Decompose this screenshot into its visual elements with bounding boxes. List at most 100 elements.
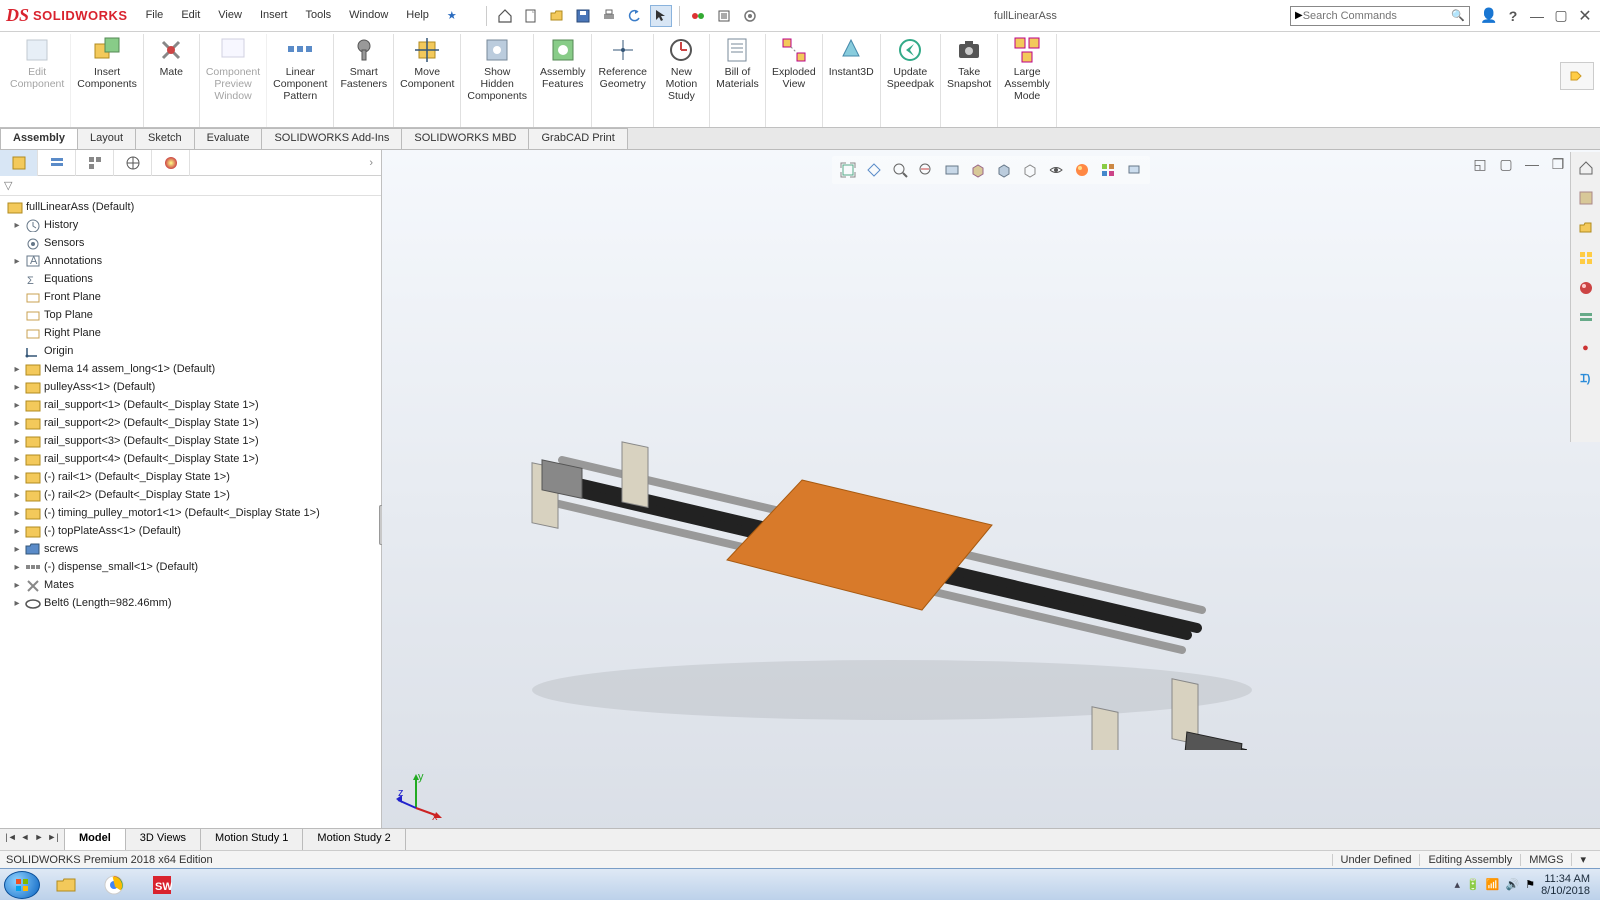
tree-item[interactable]: ▸screws	[4, 540, 377, 558]
tab-evaluate[interactable]: Evaluate	[194, 128, 263, 149]
3dexperience-icon[interactable]: Ɪ)	[1574, 366, 1598, 390]
status-dropdown-icon[interactable]: ▾	[1571, 853, 1594, 866]
appearances-icon[interactable]	[1574, 276, 1598, 300]
expand-icon[interactable]: ▸	[12, 256, 22, 267]
menu-pin-icon[interactable]: ★	[439, 5, 465, 26]
ribbon-bill-of-materials[interactable]: Bill of Materials	[710, 34, 766, 127]
view-palette-icon[interactable]	[1574, 246, 1598, 270]
ribbon-smart-fasteners[interactable]: Smart Fasteners	[334, 34, 394, 127]
search-scope-icon[interactable]: ▶	[1295, 10, 1303, 21]
expand-icon[interactable]: ▸	[12, 418, 22, 429]
taskbar-solidworks-icon[interactable]: SW	[140, 871, 184, 899]
status-units[interactable]: MMGS	[1520, 854, 1571, 866]
display-manager-tab[interactable]	[152, 150, 190, 176]
tray-battery-icon[interactable]: 🔋	[1466, 878, 1480, 891]
design-library-icon[interactable]	[1574, 186, 1598, 210]
tree-item[interactable]: ▸rail_support<2> (Default<_Display State…	[4, 414, 377, 432]
tree-item[interactable]: Sensors	[4, 234, 377, 252]
tree-collapse-icon[interactable]: ›	[361, 157, 381, 169]
select-button[interactable]	[650, 5, 672, 27]
menu-view[interactable]: View	[210, 5, 250, 26]
menu-help[interactable]: Help	[398, 5, 437, 26]
tree-item[interactable]: ▸rail_support<1> (Default<_Display State…	[4, 396, 377, 414]
ribbon-insert-components[interactable]: Insert Components	[71, 34, 144, 127]
start-button[interactable]	[4, 871, 40, 899]
tab-first-icon[interactable]: |◄	[4, 832, 18, 848]
tree-item[interactable]: ▸Nema 14 assem_long<1> (Default)	[4, 360, 377, 378]
save-button[interactable]	[572, 5, 594, 27]
help-icon[interactable]: ?	[1504, 7, 1522, 25]
ribbon-exploded-view[interactable]: Exploded View	[766, 34, 823, 127]
feature-manager-tab[interactable]	[0, 150, 38, 176]
expand-icon[interactable]: ▸	[12, 436, 22, 447]
tab-solidworks-add-ins[interactable]: SOLIDWORKS Add-Ins	[261, 128, 402, 149]
bottom-tab-motion-study-2[interactable]: Motion Study 2	[303, 829, 405, 850]
file-properties-button[interactable]	[713, 5, 735, 27]
rebuild-button[interactable]	[687, 5, 709, 27]
dynamic-annotation-button[interactable]	[940, 158, 964, 182]
ribbon-assembly-features[interactable]: Assembly Features	[534, 34, 593, 127]
ribbon-instant3d[interactable]: Instant3D	[823, 34, 881, 127]
tree-item[interactable]: ▸(-) dispense_small<1> (Default)	[4, 558, 377, 576]
tree-item[interactable]: ▸History	[4, 216, 377, 234]
view-settings-button[interactable]	[1096, 158, 1120, 182]
expand-icon[interactable]: ▸	[12, 454, 22, 465]
tray-flag-icon[interactable]: ⚑	[1525, 878, 1535, 891]
menu-tools[interactable]: Tools	[297, 5, 339, 26]
tree-item[interactable]: ▸Mates	[4, 576, 377, 594]
hide-show-items-button[interactable]	[1018, 158, 1042, 182]
tree-item[interactable]: Top Plane	[4, 306, 377, 324]
configuration-manager-tab[interactable]	[76, 150, 114, 176]
filter-funnel-icon[interactable]: ▽	[4, 179, 12, 192]
tree-item[interactable]: Right Plane	[4, 324, 377, 342]
ribbon-new-motion-study[interactable]: New Motion Study	[654, 34, 710, 127]
bottom-tab-motion-study-1[interactable]: Motion Study 1	[201, 829, 303, 850]
file-explorer-icon[interactable]	[1574, 216, 1598, 240]
expand-icon[interactable]: ▸	[12, 220, 22, 231]
tree-item[interactable]: Front Plane	[4, 288, 377, 306]
zoom-to-fit-button[interactable]	[836, 158, 860, 182]
tab-next-icon[interactable]: ►	[32, 832, 46, 848]
expand-icon[interactable]: ▸	[12, 580, 22, 591]
tab-layout[interactable]: Layout	[77, 128, 136, 149]
taskbar-chrome-icon[interactable]	[92, 871, 136, 899]
options-button[interactable]	[739, 5, 761, 27]
taskbar-explorer-icon[interactable]	[44, 871, 88, 899]
tree-item[interactable]: ▸pulleyAss<1> (Default)	[4, 378, 377, 396]
expand-icon[interactable]: ▸	[12, 490, 22, 501]
view-triad[interactable]: y x z	[396, 770, 446, 820]
tray-network-icon[interactable]: 📶	[1486, 878, 1500, 891]
tree-item[interactable]: ▸(-) topPlateAss<1> (Default)	[4, 522, 377, 540]
close-button[interactable]: ✕	[1576, 7, 1594, 25]
expand-icon[interactable]: ▸	[12, 544, 22, 555]
tree-item[interactable]: Origin	[4, 342, 377, 360]
menu-file[interactable]: File	[138, 5, 172, 26]
tree-item[interactable]: ▸(-) rail<1> (Default<_Display State 1>)	[4, 468, 377, 486]
tree-item[interactable]: ▸AAnnotations	[4, 252, 377, 270]
tree-item[interactable]: ▸(-) rail<2> (Default<_Display State 1>)	[4, 486, 377, 504]
apply-scene-button[interactable]	[1070, 158, 1094, 182]
home-button[interactable]	[494, 5, 516, 27]
filter-row[interactable]: ▽	[0, 176, 381, 196]
edit-appearance-button[interactable]	[1044, 158, 1068, 182]
section-view-button[interactable]	[914, 158, 938, 182]
tray-up-icon[interactable]: ▴	[1455, 878, 1461, 891]
tab-prev-icon[interactable]: ◄	[18, 832, 32, 848]
feature-tree[interactable]: fullLinearAss (Default)▸HistorySensors▸A…	[0, 196, 381, 860]
previous-view-button[interactable]	[888, 158, 912, 182]
menu-insert[interactable]: Insert	[252, 5, 296, 26]
menu-edit[interactable]: Edit	[173, 5, 208, 26]
tab-assembly[interactable]: Assembly	[0, 128, 78, 149]
tree-root[interactable]: fullLinearAss (Default)	[4, 198, 377, 216]
search-commands-input[interactable]	[1303, 10, 1452, 22]
expand-icon[interactable]: ▸	[12, 598, 22, 609]
minimize-button[interactable]: ―	[1528, 7, 1546, 25]
render-tools-button[interactable]	[1122, 158, 1146, 182]
property-manager-tab[interactable]	[38, 150, 76, 176]
tab-solidworks-mbd[interactable]: SOLIDWORKS MBD	[401, 128, 529, 149]
ribbon-move-component[interactable]: Move Component	[394, 34, 461, 127]
ribbon-show-hidden-components[interactable]: Show Hidden Components	[461, 34, 534, 127]
tab-sketch[interactable]: Sketch	[135, 128, 195, 149]
custom-properties-icon[interactable]	[1574, 306, 1598, 330]
bottom-tab-model[interactable]: Model	[65, 829, 126, 850]
